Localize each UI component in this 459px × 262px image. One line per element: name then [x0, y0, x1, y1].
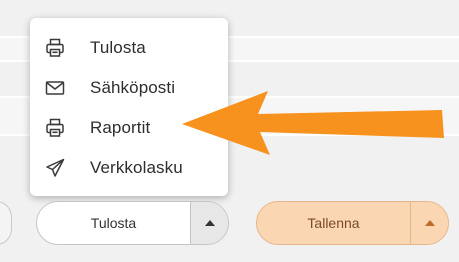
caret-up-icon: [204, 220, 215, 226]
save-split-button: Tallenna: [256, 201, 449, 245]
save-menu-toggle[interactable]: [410, 202, 448, 244]
print-split-button: Tulosta: [36, 201, 229, 245]
menu-item-label: Tulosta: [90, 38, 146, 57]
menu-item-verkkolasku[interactable]: Verkkolasku: [30, 148, 228, 188]
print-button[interactable]: Tulosta: [37, 202, 190, 244]
envelope-icon: [44, 77, 66, 99]
print-menu-toggle[interactable]: [190, 202, 228, 244]
screen: Tulosta Sähköposti Raportit Verkkolasku …: [0, 0, 459, 262]
menu-item-sahkoposti[interactable]: Sähköposti: [30, 68, 228, 108]
printer-icon: [44, 117, 66, 139]
menu-item-label: Sähköposti: [90, 78, 176, 97]
menu-item-raportit[interactable]: Raportit: [30, 108, 228, 148]
send-icon: [44, 157, 66, 179]
previous-button[interactable]: [0, 201, 12, 245]
menu-item-label: Verkkolasku: [90, 158, 183, 177]
menu-item-tulosta[interactable]: Tulosta: [30, 28, 228, 68]
printer-icon: [44, 37, 66, 59]
print-options-menu: Tulosta Sähköposti Raportit Verkkolasku: [30, 18, 228, 196]
menu-item-label: Raportit: [90, 118, 151, 137]
caret-up-icon: [424, 220, 435, 226]
save-button[interactable]: Tallenna: [257, 202, 410, 244]
